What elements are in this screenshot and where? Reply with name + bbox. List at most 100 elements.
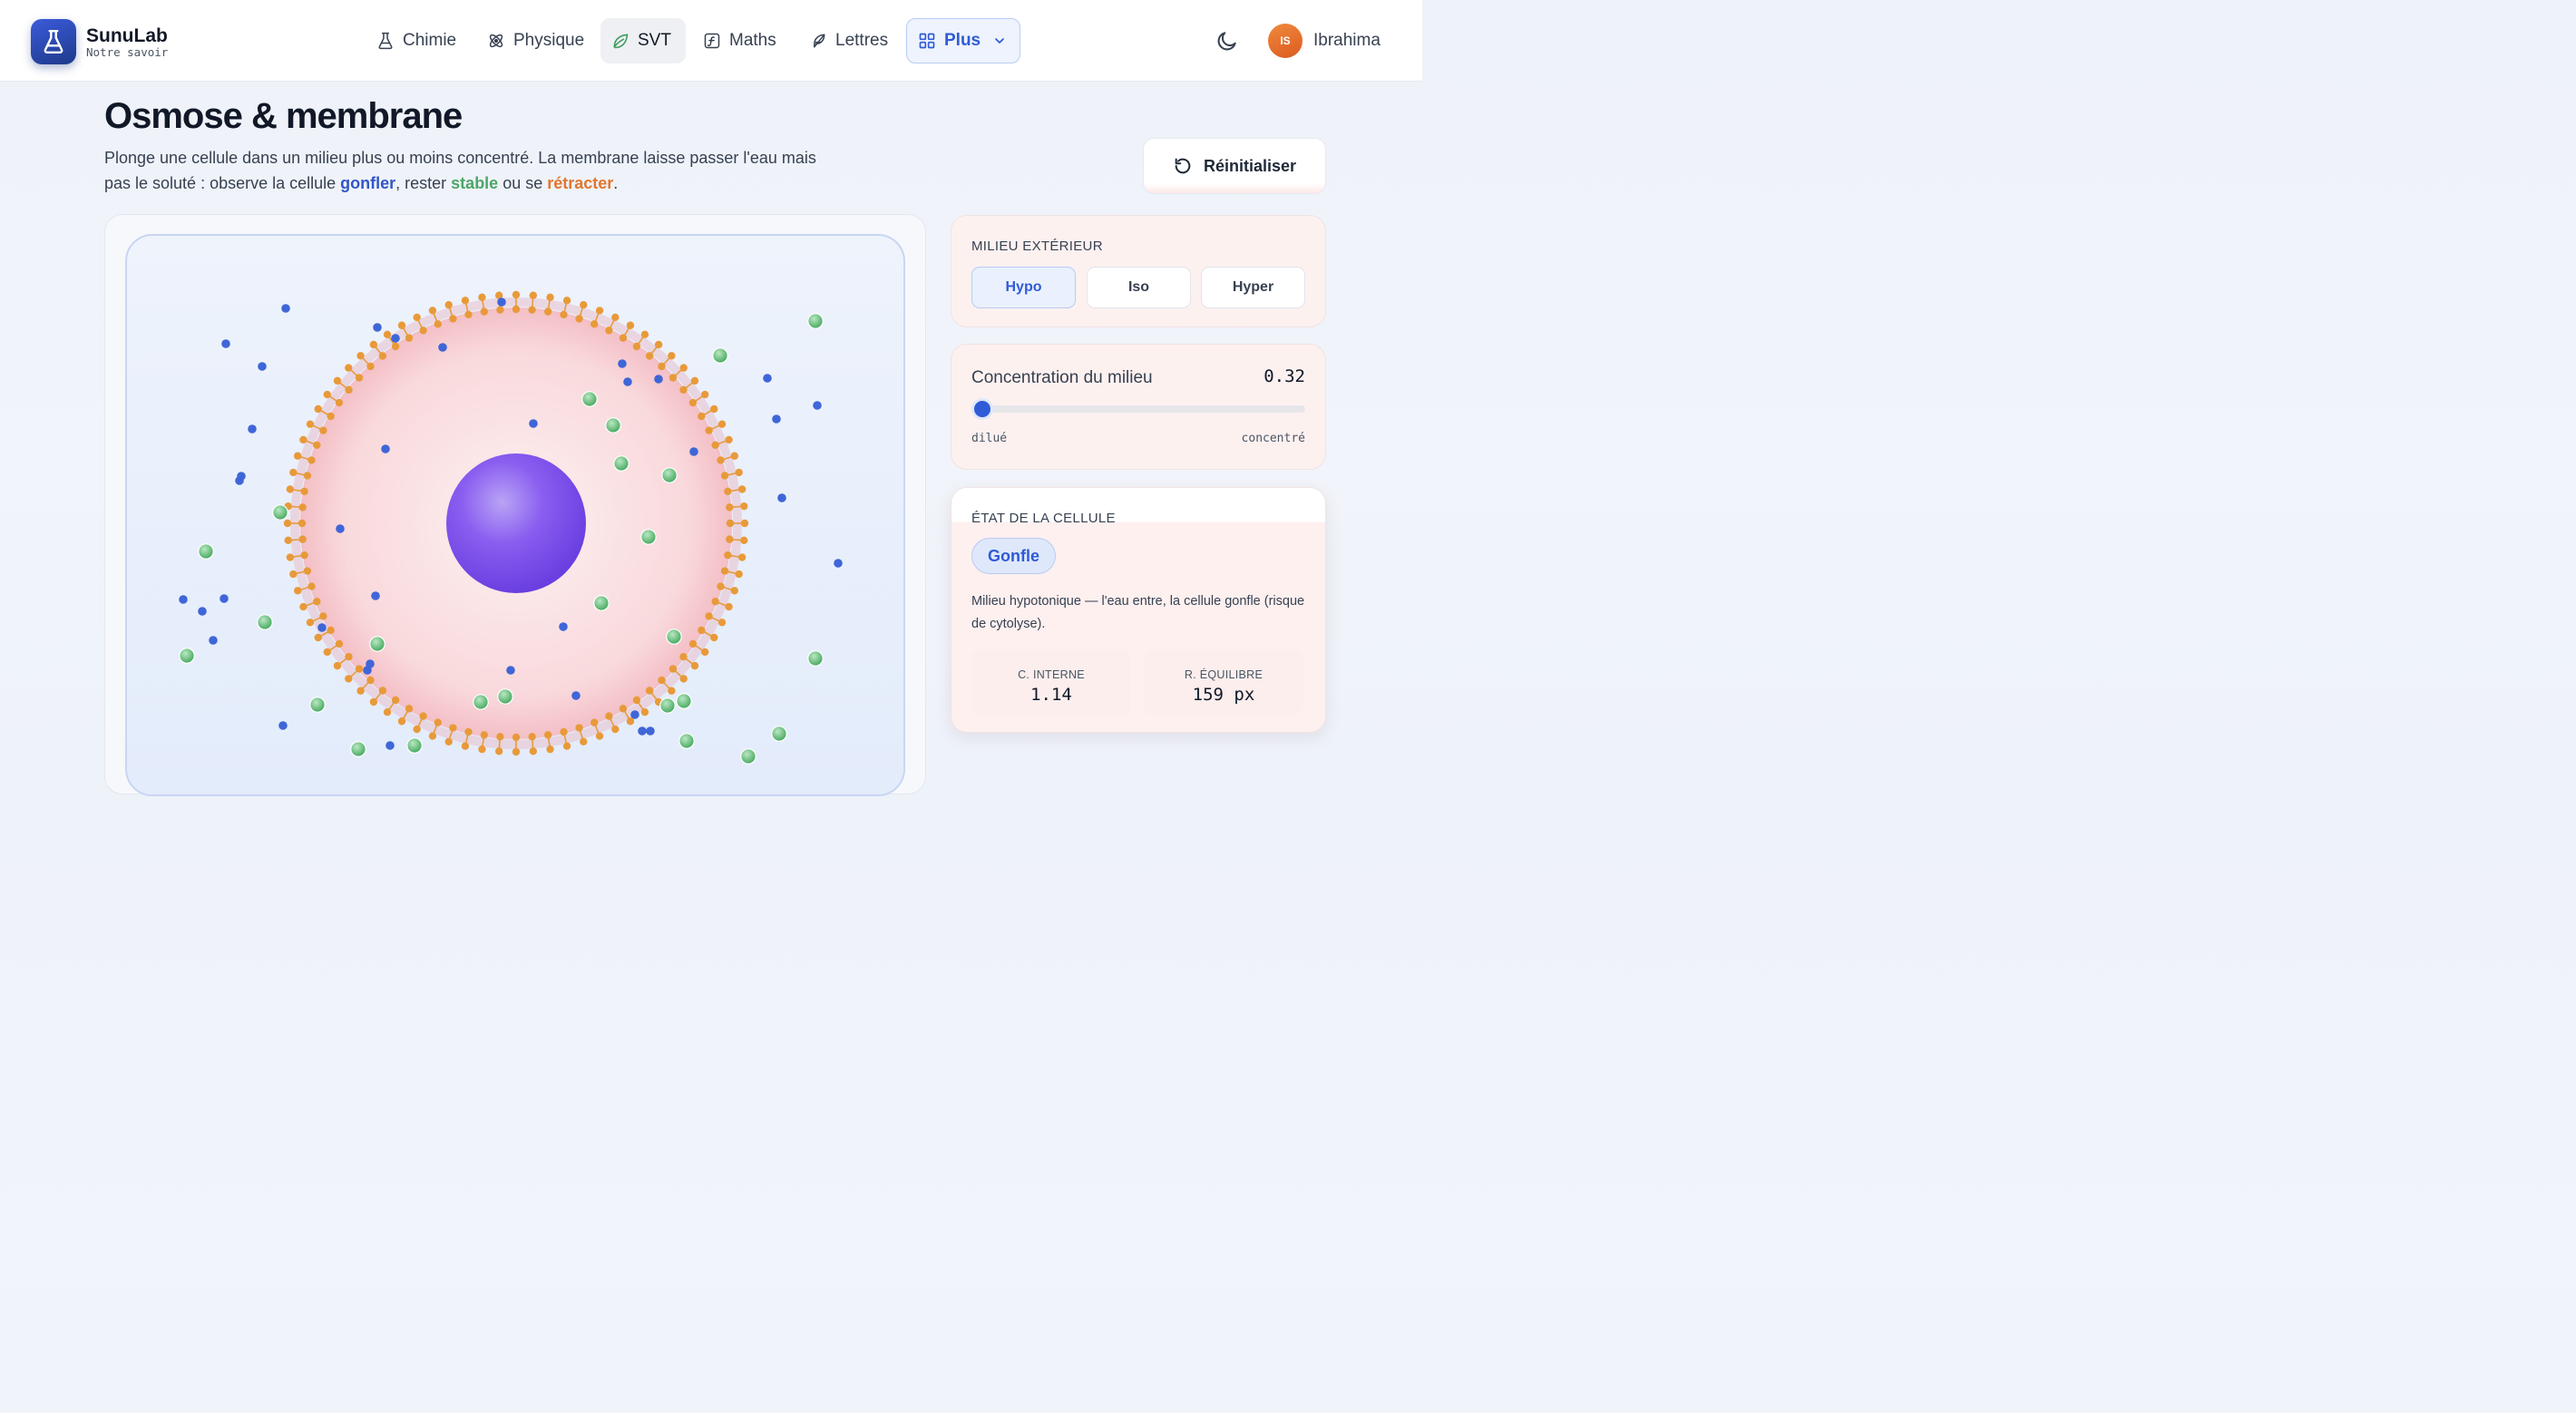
reset-button[interactable]: Réinitialiser (1143, 138, 1326, 194)
water-molecule (506, 666, 515, 675)
cell-state-description: Milieu hypotonique — l'eau entre, la cel… (971, 594, 1305, 631)
water-molecule (258, 362, 267, 371)
word-swell: gonfler (340, 174, 396, 192)
solute-particle (678, 733, 695, 749)
moon-icon[interactable] (1215, 29, 1239, 53)
logo[interactable] (31, 19, 76, 64)
solute-particle (406, 737, 423, 754)
stat-value: 159 px (1192, 685, 1255, 705)
reset-icon (1175, 158, 1191, 174)
desc-text: ou se (498, 174, 548, 192)
solute-particle (807, 650, 824, 667)
water-molecule (371, 591, 380, 600)
nav-item-label: Physique (513, 31, 585, 50)
water-molecule (571, 691, 581, 700)
medium-label: MILIEU EXTÉRIEUR (971, 239, 1103, 254)
solute-particle (807, 313, 824, 329)
nav-item-svt[interactable]: SVT (600, 18, 686, 63)
medium-option-iso[interactable]: Iso (1087, 267, 1191, 308)
medium-option-hypo[interactable]: Hypo (971, 267, 1076, 308)
water-molecule (654, 375, 663, 384)
water-molecule (381, 444, 390, 453)
water-molecule (623, 377, 632, 386)
nav-item-label: SVT (638, 31, 671, 50)
atom-icon (489, 34, 503, 48)
brand-name: SunuLab (86, 25, 168, 46)
stat-key: R. ÉQUILIBRE (1184, 668, 1264, 681)
water-molecule (391, 334, 400, 343)
water-molecule (618, 359, 627, 368)
concentration-slider-thumb[interactable] (971, 398, 993, 420)
slider-max-label: concentré (1241, 432, 1305, 445)
solute-particle (179, 648, 195, 664)
solute-particle (640, 529, 657, 545)
water-molecule (559, 622, 568, 631)
cell-state-panel: ÉTAT DE LA CELLULE Gonfle Milieu hypoton… (951, 487, 1326, 733)
grid-icon (919, 33, 935, 49)
solute-particle (666, 629, 682, 645)
solute-particle (771, 726, 787, 742)
medium-option-hyper[interactable]: Hyper (1201, 267, 1305, 308)
simulation-canvas[interactable] (125, 234, 905, 796)
concentration-panel: Concentration du milieu 0.32 dilué conce… (951, 344, 1326, 470)
nav-more-button[interactable]: Plus (906, 18, 1020, 63)
solute-particle (198, 543, 214, 560)
concentration-value: 0.32 (1264, 366, 1305, 386)
water-molecule (221, 339, 230, 348)
solute-particle (350, 741, 366, 757)
desc-text: , rester (395, 174, 452, 192)
water-molecule (630, 710, 639, 719)
water-molecule (220, 594, 229, 603)
top-nav: SunuLab Notre savoir Chimie Physique SVT… (0, 0, 1422, 82)
water-molecule (248, 424, 257, 434)
solute-particle (613, 455, 629, 472)
nav-item-maths[interactable]: Maths (692, 18, 787, 63)
nav-item-label: Maths (729, 31, 776, 50)
word-stable: stable (451, 174, 499, 192)
nav-item-chimie[interactable]: Chimie (366, 18, 467, 63)
water-molecule (646, 726, 655, 736)
cell-nucleus (446, 453, 586, 593)
medium-panel: MILIEU EXTÉRIEUR Hypo Iso Hyper (951, 215, 1326, 327)
avatar[interactable]: IS (1268, 24, 1303, 58)
nav-more-label: Plus (944, 31, 981, 50)
water-molecule (317, 623, 327, 632)
water-molecule (497, 297, 506, 307)
water-molecule (813, 401, 822, 410)
solute-particle (473, 694, 489, 710)
water-molecule (209, 636, 218, 645)
water-molecule (179, 595, 188, 604)
water-molecule (777, 493, 786, 502)
stat-internal-concentration: C. INTERNE 1.14 (971, 649, 1131, 715)
solute-particle (676, 693, 692, 709)
feather-icon (814, 34, 825, 48)
water-molecule (198, 607, 207, 616)
desc-text: . (613, 174, 619, 192)
flask-icon (44, 29, 63, 54)
water-molecule (834, 559, 843, 568)
solute-particle (497, 688, 513, 705)
water-molecule (529, 419, 538, 428)
water-molecule (336, 524, 345, 533)
nav-item-physique[interactable]: Physique (476, 18, 595, 63)
solute-particle (309, 697, 326, 713)
nav-item-lettres[interactable]: Lettres (798, 18, 899, 63)
solute-particle (712, 347, 728, 364)
water-molecule (763, 374, 772, 383)
water-molecule (235, 476, 244, 485)
water-molecule (363, 666, 372, 675)
water-molecule (438, 343, 447, 352)
solute-particle (740, 748, 756, 765)
slider-min-label: dilué (971, 432, 1008, 445)
concentration-slider-track[interactable] (979, 405, 1305, 413)
leaf-icon (613, 34, 629, 49)
page-title: Osmose & membrane (104, 96, 463, 136)
water-molecule (772, 414, 781, 424)
stat-key: C. INTERNE (1018, 668, 1085, 681)
user-name[interactable]: Ibrahima (1313, 31, 1381, 51)
water-molecule (373, 323, 382, 332)
water-molecule (689, 447, 698, 456)
water-molecule (385, 741, 395, 750)
water-molecule (278, 721, 288, 730)
solute-particle (581, 391, 598, 407)
